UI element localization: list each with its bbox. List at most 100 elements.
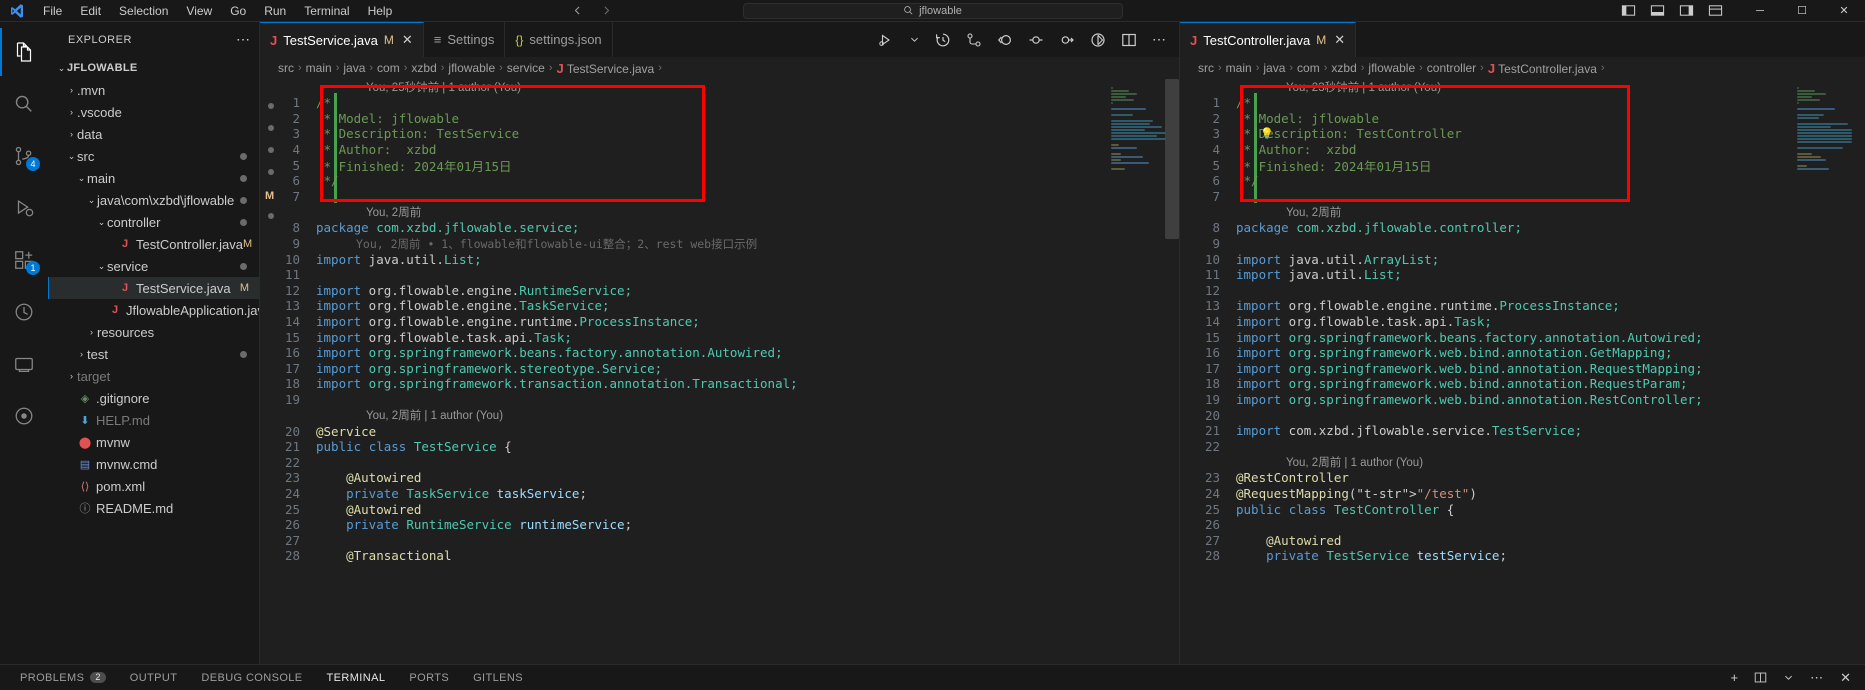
minimap-left[interactable]: [1101, 79, 1179, 664]
timeline-icon[interactable]: [935, 32, 951, 48]
tree-item-mvnw[interactable]: ⬤ mvnw: [48, 431, 259, 453]
more-actions-icon[interactable]: ⋯: [1152, 31, 1167, 48]
code-line[interactable]: 11: [282, 267, 1179, 283]
panel-tab-problems[interactable]: PROBLEMS 2: [20, 665, 106, 690]
maximize-button[interactable]: ☐: [1781, 0, 1823, 22]
code-editor-right[interactable]: You, 23秒钟前 | 1 author (You) 1/* 2 * Model:…: [1180, 79, 1865, 664]
code-line[interactable]: 28 private TestService testService;: [1202, 548, 1865, 564]
code-line[interactable]: 25 public class TestController {: [1202, 501, 1865, 517]
code-line[interactable]: 2 * Model: jflowable: [282, 111, 1179, 127]
breadcrumb-segment[interactable]: src: [278, 61, 294, 75]
codelens-annotation[interactable]: You, 2周前: [282, 204, 1179, 220]
code-line[interactable]: 8 package com.xzbd.jflowable.service;: [282, 220, 1179, 236]
open-changes-icon[interactable]: [997, 32, 1013, 48]
code-line[interactable]: 17 import org.springframework.web.bind.an…: [1202, 361, 1865, 377]
code-line[interactable]: 7: [282, 189, 1179, 205]
code-line[interactable]: 14 import org.flowable.engine.runtime.Pro…: [282, 314, 1179, 330]
breadcrumb-segment[interactable]: xzbd: [1331, 61, 1356, 75]
tab-settings[interactable]: ≡ Settings: [423, 22, 506, 57]
tree-item-test[interactable]: › test: [48, 343, 259, 365]
tree-item-service[interactable]: ⌄ service: [48, 255, 259, 277]
breadcrumb-segment[interactable]: J TestService.java: [556, 61, 654, 76]
tree-item-target[interactable]: › target: [48, 365, 259, 387]
breadcrumb-segment[interactable]: controller: [1427, 61, 1476, 75]
breadcrumb-segment[interactable]: main: [1226, 61, 1252, 75]
code-line[interactable]: 15 import org.flowable.task.api.Task;: [282, 329, 1179, 345]
tree-item-controller[interactable]: ⌄ controller: [48, 211, 259, 233]
code-line[interactable]: 16 import org.springframework.beans.facto…: [282, 345, 1179, 361]
code-line[interactable]: 25 @Autowired: [282, 501, 1179, 517]
arrow-left-icon[interactable]: [571, 4, 584, 17]
code-line[interactable]: 16 import org.springframework.web.bind.an…: [1202, 345, 1865, 361]
code-line[interactable]: 19: [282, 392, 1179, 408]
codelens-annotation[interactable]: You, 23秒钟前 | 1 author (You): [1202, 79, 1865, 95]
lightbulb-icon[interactable]: 💡: [1260, 127, 1274, 140]
breadcrumb-segment[interactable]: jflowable: [1368, 61, 1415, 75]
more-actions-icon[interactable]: ⋯: [1810, 670, 1824, 686]
code-line[interactable]: 26 private RuntimeService runtimeService…: [282, 517, 1179, 533]
activity-item-extensions[interactable]: 1: [0, 236, 48, 284]
panel-tab-ports[interactable]: PORTS: [409, 665, 449, 690]
code-lines-left[interactable]: You, 25秒钟前 | 1 author (You) 1/* 2 * Model:…: [282, 79, 1179, 664]
code-line[interactable]: 6 */: [282, 173, 1179, 189]
code-line[interactable]: 20: [1202, 407, 1865, 423]
close-icon[interactable]: ✕: [402, 32, 413, 48]
code-line[interactable]: 17 import org.springframework.stereotype.…: [282, 361, 1179, 377]
toggle-inline-view-icon[interactable]: [1090, 32, 1106, 48]
menu-file[interactable]: File: [34, 1, 71, 21]
tree-item-testservice-java[interactable]: J TestService.java M: [48, 277, 259, 299]
code-line[interactable]: 14 import org.flowable.task.api.Task;: [1202, 314, 1865, 330]
activity-item-source-control[interactable]: 4: [0, 132, 48, 180]
customize-layout-icon[interactable]: [1708, 3, 1723, 18]
tree-item-src[interactable]: ⌄ src: [48, 145, 259, 167]
menu-edit[interactable]: Edit: [71, 1, 110, 21]
arrow-right-icon[interactable]: [600, 4, 613, 17]
tree-root-jflowable[interactable]: ⌄ JFLOWABLE: [48, 57, 259, 79]
compare-changes-icon[interactable]: [966, 32, 982, 48]
code-line[interactable]: 1 /*: [1202, 95, 1865, 111]
code-line[interactable]: 10 import java.util.ArrayList;: [1202, 251, 1865, 267]
close-button[interactable]: ✕: [1823, 0, 1865, 22]
breadcrumb-segment[interactable]: xzbd: [411, 61, 436, 75]
ellipsis-icon[interactable]: ⋯: [236, 31, 251, 48]
code-line[interactable]: 22: [1202, 438, 1865, 454]
code-lines-right[interactable]: You, 23秒钟前 | 1 author (You) 1/* 2 * Model:…: [1202, 79, 1865, 664]
menu-terminal[interactable]: Terminal: [295, 1, 358, 21]
breadcrumb-segment[interactable]: src: [1198, 61, 1214, 75]
code-line[interactable]: 5 * Finished: 2024年01月15日: [1202, 157, 1865, 174]
chevron-down-icon[interactable]: [1783, 672, 1794, 683]
menu-selection[interactable]: Selection: [110, 1, 177, 21]
code-line[interactable]: 8 package com.xzbd.jflowable.controller;: [1202, 220, 1865, 236]
breadcrumb-left[interactable]: src › main › java › com › xzbd › jflowable › service…: [260, 57, 1179, 79]
minimap-right[interactable]: [1787, 79, 1865, 664]
code-line[interactable]: 24 private TaskService taskService;: [282, 486, 1179, 502]
code-line[interactable]: 12: [1202, 283, 1865, 299]
breadcrumb-segment[interactable]: com: [1297, 61, 1320, 75]
code-line[interactable]: 23 @RestController: [1202, 470, 1865, 486]
menu-run[interactable]: Run: [255, 1, 295, 21]
tab-testservice-java[interactable]: J TestService.java M ✕: [260, 22, 424, 57]
chevron-down-icon[interactable]: [909, 34, 920, 45]
close-icon[interactable]: ✕: [1334, 32, 1345, 48]
panel-tab-gitlens[interactable]: GITLENS: [473, 665, 523, 690]
code-line[interactable]: 7: [1202, 189, 1865, 205]
code-line[interactable]: 28 @Transactional: [282, 548, 1179, 564]
previous-change-icon[interactable]: [1028, 32, 1044, 48]
code-line[interactable]: 18 import org.springframework.transaction…: [282, 376, 1179, 392]
split-editor-icon[interactable]: [1121, 32, 1137, 48]
toggle-panel-icon[interactable]: [1650, 3, 1665, 18]
tree-item-pom-xml[interactable]: ⟨⟩ pom.xml: [48, 475, 259, 497]
codelens-annotation[interactable]: You, 2周前 | 1 author (You): [1202, 454, 1865, 470]
tree-item-mvnw-cmd[interactable]: ▤ mvnw.cmd: [48, 453, 259, 475]
menu-help[interactable]: Help: [359, 1, 402, 21]
next-change-icon[interactable]: [1059, 32, 1075, 48]
code-line[interactable]: 6 */: [1202, 173, 1865, 189]
code-line[interactable]: 23 @Autowired: [282, 470, 1179, 486]
codelens-annotation[interactable]: You, 25秒钟前 | 1 author (You): [282, 79, 1179, 95]
tree-item-testcontroller-java[interactable]: J TestController.java M: [48, 233, 259, 255]
activity-item-testing[interactable]: [0, 288, 48, 336]
tree-item-help-md[interactable]: ⬇ HELP.md: [48, 409, 259, 431]
close-panel-icon[interactable]: ✕: [1840, 670, 1851, 686]
new-terminal-icon[interactable]: +: [1731, 670, 1739, 685]
command-center[interactable]: jflowable: [742, 2, 1123, 19]
